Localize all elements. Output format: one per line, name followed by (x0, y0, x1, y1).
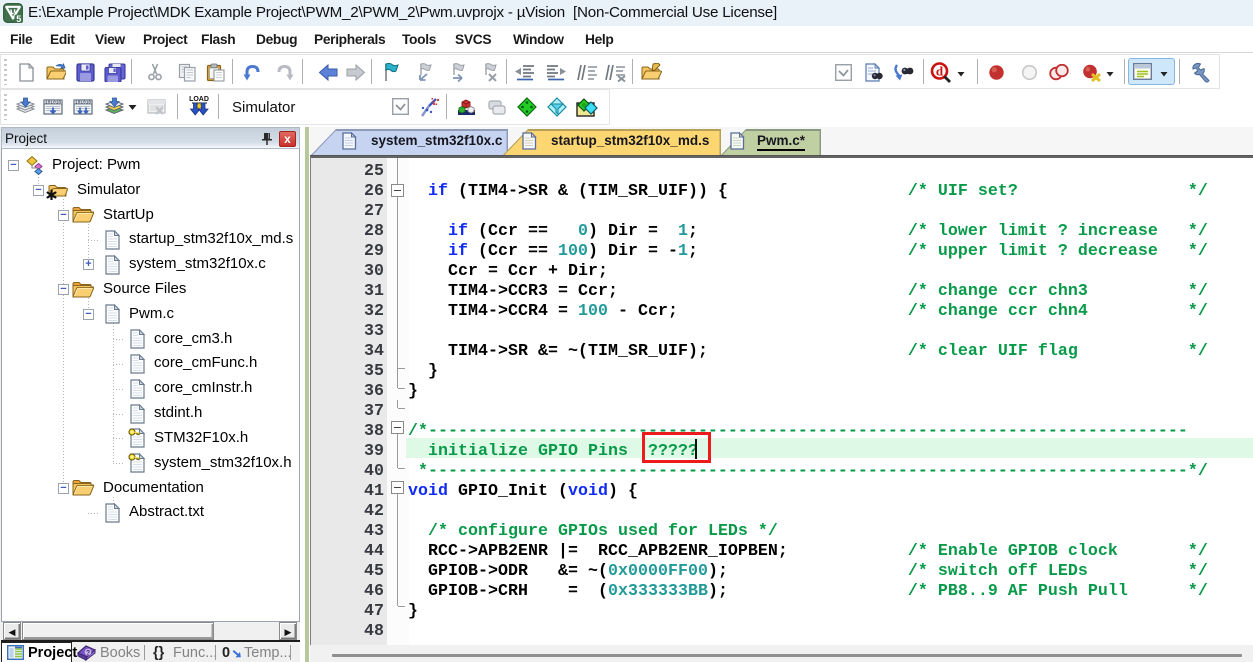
svg-text:101010: 101010 (75, 100, 92, 106)
svg-text:LOAD: LOAD (189, 96, 209, 103)
svg-text:d: d (936, 64, 944, 79)
svg-text:101010: 101010 (45, 100, 62, 106)
svg-text:?: ? (86, 650, 90, 657)
